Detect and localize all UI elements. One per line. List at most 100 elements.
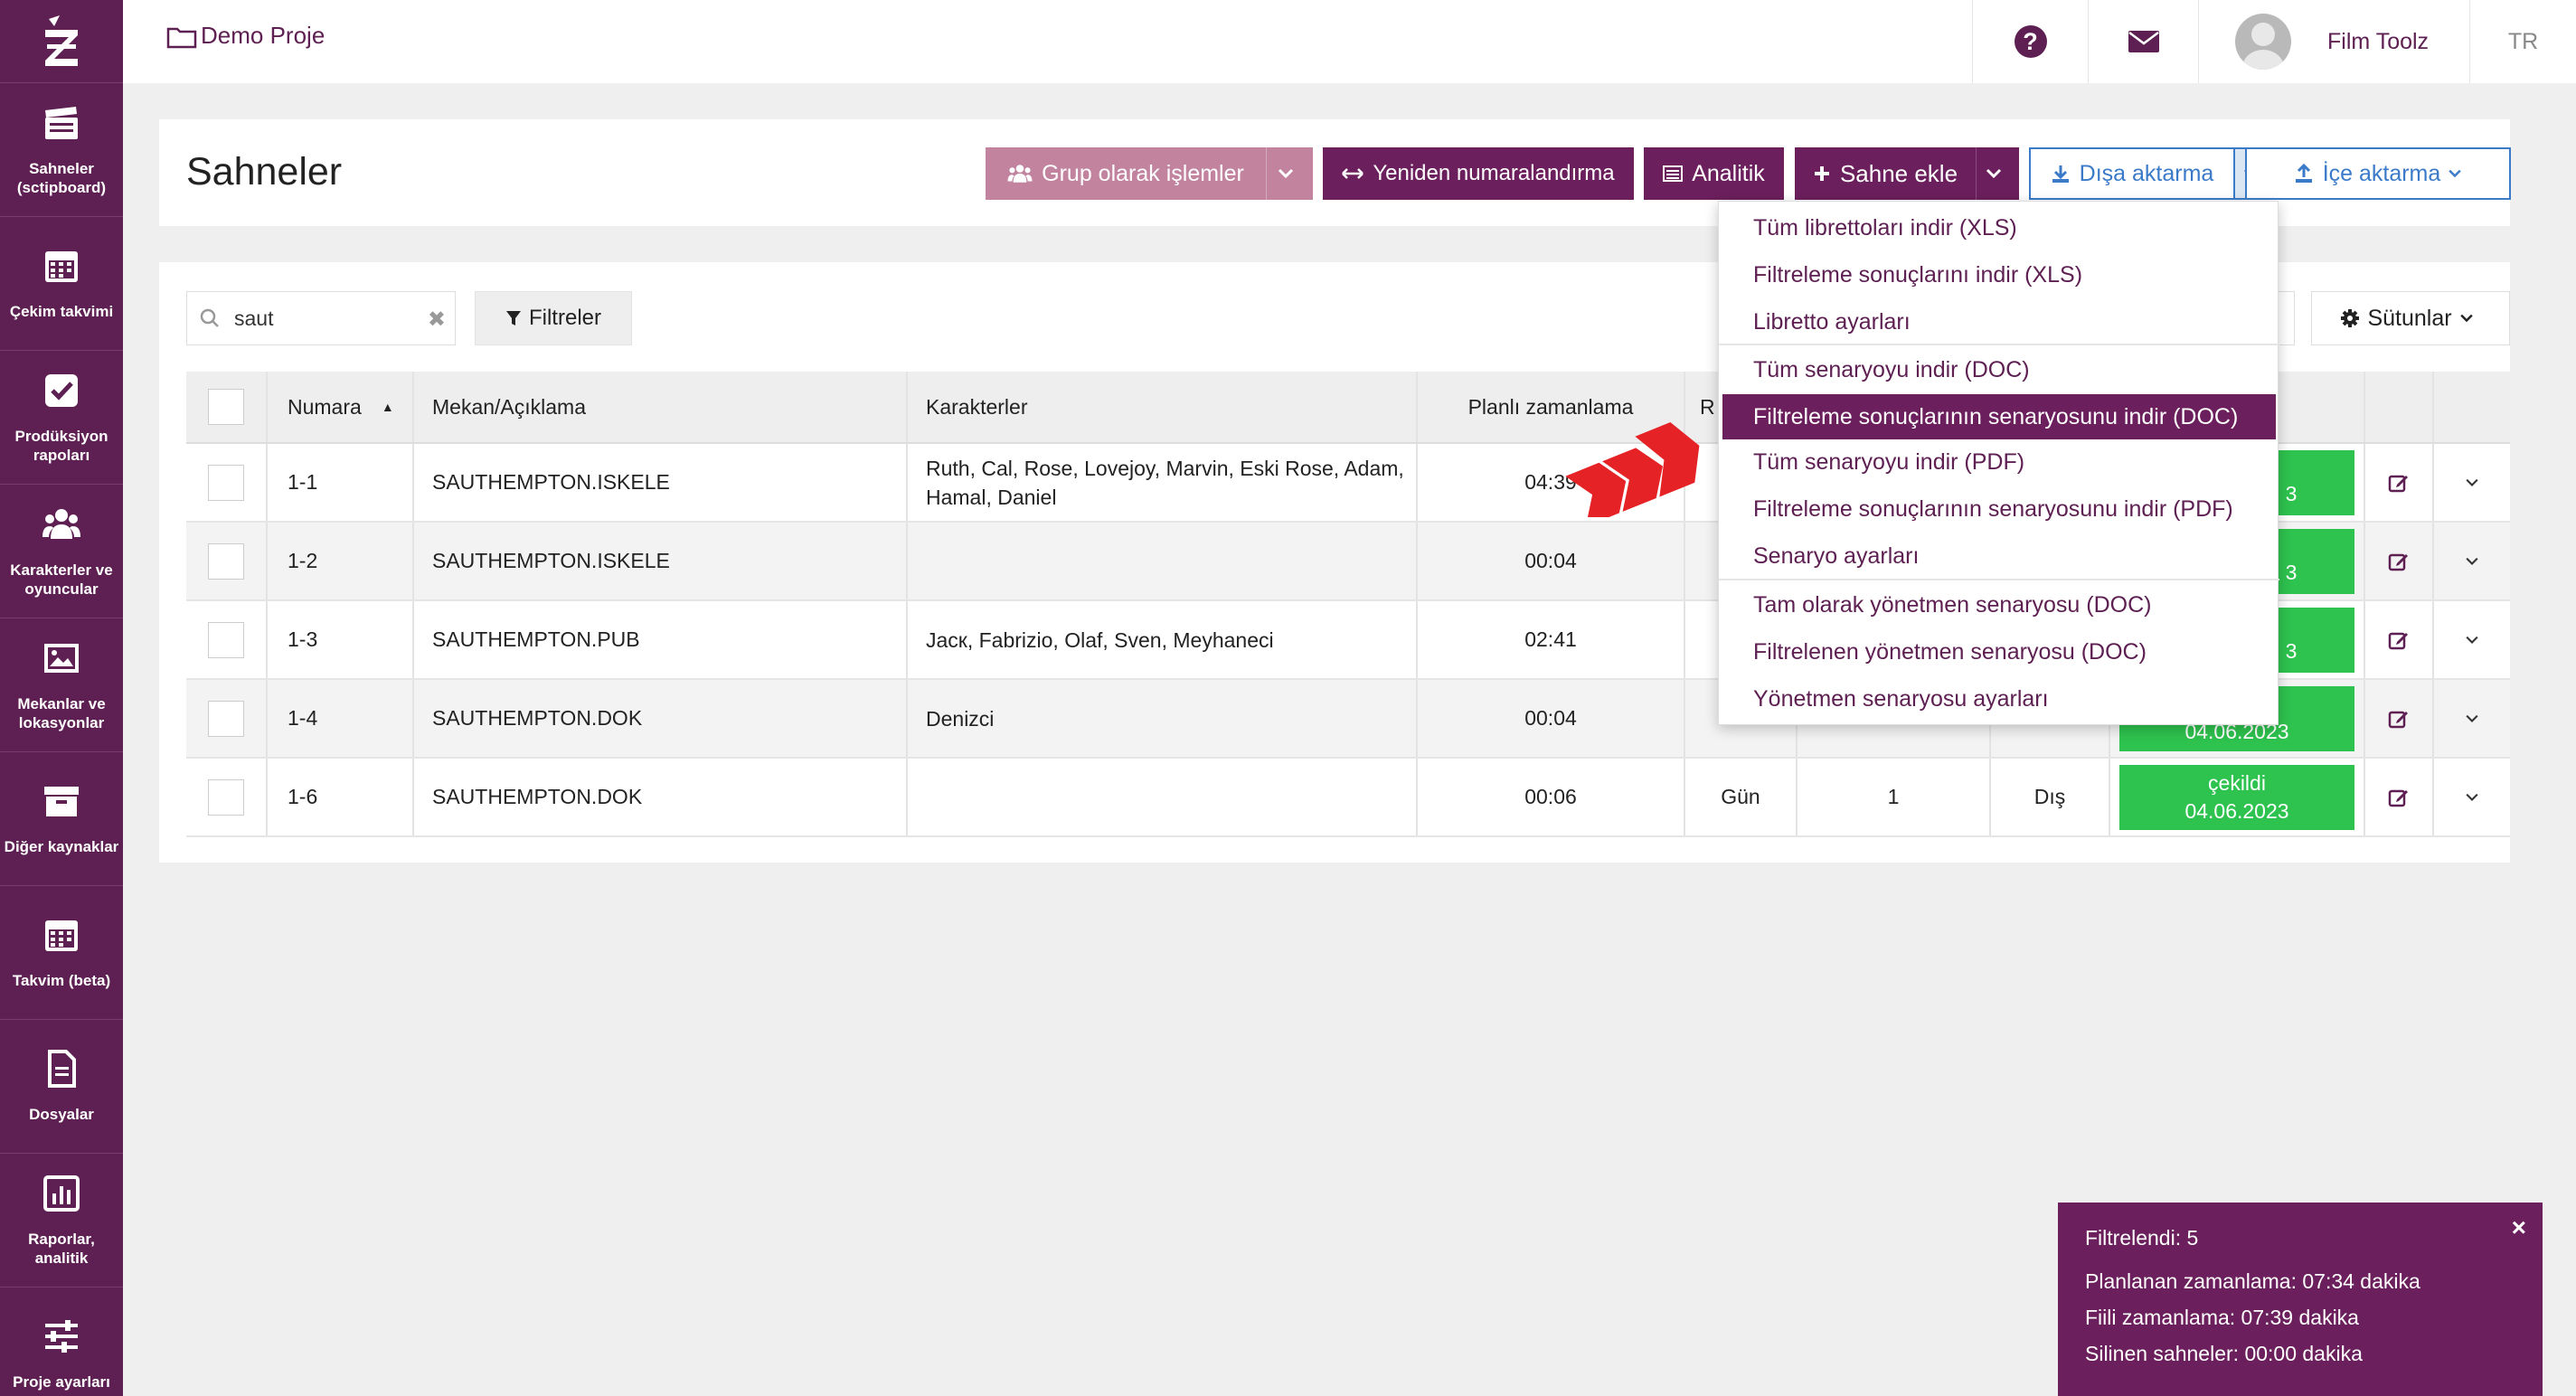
menu-item-script-settings[interactable]: Senaryo ayarları <box>1719 535 2279 577</box>
menu-item-filtered-script-doc[interactable]: Filtreleme sonuçlarının senaryosunu indi… <box>1722 394 2276 439</box>
menu-divider <box>1719 579 2279 580</box>
checkbox[interactable] <box>208 464 244 501</box>
row-expand-icon[interactable] <box>2434 601 2510 678</box>
row-select[interactable] <box>186 601 268 678</box>
folder-icon <box>166 27 197 48</box>
menu-divider <box>1719 344 2279 345</box>
column-header-karakterler[interactable]: Karakterler <box>908 372 1418 442</box>
upload-icon <box>2295 164 2312 183</box>
row-expand-icon[interactable] <box>2434 680 2510 757</box>
cell-mekan: SAUTHEMPTON.DOK <box>414 680 908 757</box>
menu-item-director-script-doc[interactable]: Tam olarak yönetmen senaryosu (DOC) <box>1719 584 2279 626</box>
menu-item-all-script-doc[interactable]: Tüm senaryoyu indir (DOC) <box>1719 349 2279 391</box>
add-scene-dropdown[interactable] <box>1976 147 2019 200</box>
status-badge: çekildi 04.06.2023 <box>2119 764 2354 830</box>
checkbox[interactable] <box>208 621 244 658</box>
export-menu: Tüm librettoları indir (XLS) Filtreleme … <box>1718 201 2279 725</box>
add-scene-label: Sahne ekle <box>1839 159 1958 187</box>
sidebar-item-diger[interactable]: Diğer kaynaklar <box>0 752 123 886</box>
edit-icon[interactable] <box>2365 444 2434 521</box>
annotation-arrow-icon <box>1565 421 1700 517</box>
renumber-button[interactable]: Yeniden numaralandırma <box>1323 147 1634 200</box>
sidebar-item-cekim-takvimi[interactable]: Çekim takvimi <box>0 217 123 351</box>
filters-button[interactable]: Filtreler <box>475 291 632 345</box>
row-expand-icon[interactable] <box>2434 759 2510 835</box>
export-button[interactable]: Dışa aktarma <box>2029 147 2235 200</box>
sidebar-item-mekanlar[interactable]: Mekanlar ve lokasyonlar <box>0 618 123 752</box>
add-scene-button[interactable]: Sahne ekle <box>1795 147 1976 200</box>
sidebar: Sahneler (sctipboard) Çekim takvimi Prod… <box>0 0 123 1396</box>
analytics-button[interactable]: Analitik <box>1644 147 1784 200</box>
sidebar-item-label: Çekim takvimi <box>9 303 114 320</box>
checkbox[interactable] <box>208 778 244 816</box>
cell-numara: 1-6 <box>268 759 414 835</box>
checkbox[interactable] <box>208 389 244 425</box>
edit-icon[interactable] <box>2365 601 2434 678</box>
row-select[interactable] <box>186 444 268 521</box>
cell-zamanlama: 00:04 <box>1418 523 1685 599</box>
sidebar-item-sahneler[interactable]: Sahneler (sctipboard) <box>0 83 123 217</box>
column-header-numara[interactable]: Numara ▲ <box>268 372 414 442</box>
edit-icon[interactable] <box>2365 759 2434 835</box>
cell-mekan: SAUTHEMPTON.ISKELE <box>414 444 908 521</box>
app-logo[interactable] <box>0 0 123 83</box>
menu-item-filtered-director-doc[interactable]: Filtrelenen yönetmen senaryosu (DOC) <box>1719 631 2279 673</box>
row-select[interactable] <box>186 759 268 835</box>
users-icon <box>42 508 80 539</box>
edit-icon[interactable] <box>2365 680 2434 757</box>
gear-icon <box>2341 309 2360 327</box>
sidebar-item-proje-ayarlari[interactable]: Proje ayarları <box>0 1288 123 1396</box>
clapperboard-icon <box>45 106 78 139</box>
sliders-icon <box>45 1320 78 1353</box>
help-button[interactable]: ? <box>1972 0 2088 83</box>
menu-item-filtered-xls[interactable]: Filtreleme sonuçlarını indir (XLS) <box>1719 254 2279 296</box>
cell-karakterler: Ruth, Cal, Rose, Lovejoy, Marvin, Eski R… <box>908 444 1418 521</box>
checkbox[interactable] <box>208 542 244 580</box>
bulk-actions-dropdown[interactable] <box>1266 147 1313 200</box>
breadcrumb[interactable]: Demo Proje <box>166 22 325 50</box>
close-icon[interactable]: × <box>2512 1213 2526 1242</box>
menu-item-filtered-script-pdf[interactable]: Filtreleme sonuçlarının senaryosunu indi… <box>1719 488 2279 530</box>
cell-mekan: SAUTHEMPTON.DOK <box>414 759 908 835</box>
analytics-label: Analitik <box>1692 160 1765 186</box>
menu-item-libretto-settings[interactable]: Libretto ayarları <box>1719 301 2279 343</box>
row-select[interactable] <box>186 523 268 599</box>
columns-button[interactable]: Sütunlar <box>2311 291 2510 345</box>
menu-item-all-librettos-xls[interactable]: Tüm librettoları indir (XLS) <box>1719 207 2279 249</box>
chevron-down-icon <box>1278 168 1293 179</box>
cell-zamanlama: 00:04 <box>1418 680 1685 757</box>
select-all-checkbox[interactable] <box>186 372 268 442</box>
sidebar-item-raporlar[interactable]: Raporlar, analitik <box>0 1154 123 1288</box>
checkbox[interactable] <box>208 700 244 737</box>
language-switch[interactable]: TR <box>2469 0 2576 83</box>
user-menu[interactable]: Film Toolz <box>2198 0 2469 83</box>
cell-mekan: SAUTHEMPTON.PUB <box>414 601 908 678</box>
sidebar-item-label: Prodüksiyon rapoları <box>14 427 109 464</box>
messages-button[interactable] <box>2088 0 2198 83</box>
search-input[interactable]: saut ✖ <box>186 291 456 345</box>
search-value: saut <box>234 306 274 330</box>
row-expand-icon[interactable] <box>2434 523 2510 599</box>
cell-karakterler <box>908 759 1418 835</box>
table-row[interactable]: 1-6 SAUTHEMPTON.DOK 00:06 Gün 1 Dış çeki… <box>186 759 2510 837</box>
column-header-mekan[interactable]: Mekan/Açıklama <box>414 372 908 442</box>
toast-planned: Planlanan zamanlama: 07:34 dakika <box>2085 1269 2420 1293</box>
sidebar-item-karakterler[interactable]: Karakterler ve oyuncular <box>0 485 123 618</box>
filter-icon <box>505 311 521 325</box>
sidebar-item-produksiyon[interactable]: Prodüksiyon rapoları <box>0 351 123 485</box>
menu-item-all-script-pdf[interactable]: Tüm senaryoyu indir (PDF) <box>1719 441 2279 483</box>
row-expand-icon[interactable] <box>2434 444 2510 521</box>
sidebar-item-label: Proje ayarları <box>13 1373 110 1391</box>
status-date: 04.06.2023 <box>2184 798 2289 823</box>
edit-icon[interactable] <box>2365 523 2434 599</box>
bulk-actions-button[interactable]: Grup olarak işlemler <box>986 147 1266 200</box>
archive-icon <box>44 787 79 816</box>
column-header <box>2365 372 2434 442</box>
clear-search-icon[interactable]: ✖ <box>428 307 446 333</box>
row-select[interactable] <box>186 680 268 757</box>
import-button[interactable]: İçe aktarma <box>2245 147 2511 200</box>
menu-item-director-settings[interactable]: Yönetmen senaryosu ayarları <box>1719 678 2279 720</box>
cell-karakterler: Jacк, Fabrizio, Olaf, Sven, Meyhaneci <box>908 601 1418 678</box>
sidebar-item-dosyalar[interactable]: Dosyalar <box>0 1020 123 1154</box>
sidebar-item-takvim[interactable]: Takvim (beta) <box>0 886 123 1020</box>
